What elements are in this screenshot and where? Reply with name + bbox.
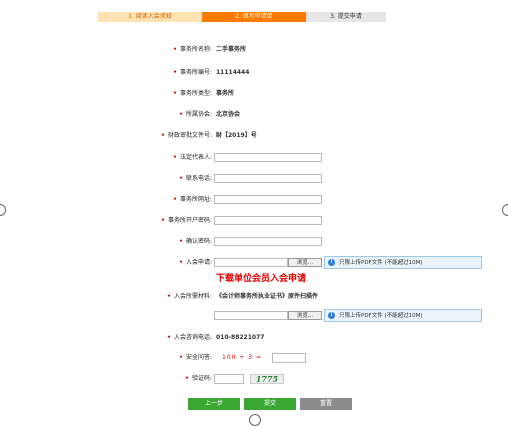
attachment-label: • 入会所需材料:	[167, 293, 212, 300]
consult-phone-value: 010-88221077	[216, 334, 265, 341]
row-attachment-upload: 浏览... i 只限上传PDF文件 (不能超过10M)	[0, 309, 508, 322]
row-association: • 所属协会: 北京协会	[0, 109, 508, 121]
firm-number-label: • 事务所编号:	[173, 69, 212, 76]
approval-number-label: • 财政审批文件号:	[161, 132, 212, 139]
row-firm-number: • 事务所编号: 11114444	[0, 67, 508, 79]
attachment-browse-button[interactable]: 浏览...	[288, 311, 322, 320]
row-attachment: • 入会所需材料: 《会计师事务所执业证书》原件扫描件	[0, 291, 508, 303]
info-icon: i	[328, 312, 335, 319]
confirm-password-input[interactable]	[214, 237, 322, 246]
association-label: • 所属协会:	[179, 111, 212, 118]
row-firm-type: • 事务所类型: 事务所	[0, 88, 508, 100]
firm-name-value: 二手事务所	[216, 46, 247, 53]
row-legal-rep: • 法定代表人:	[0, 152, 508, 164]
row-application: • 入会申请: 浏览... i 只限上传PDF文件 (不能超过10M)	[0, 256, 508, 269]
row-password: • 事务所开户密码:	[0, 215, 508, 227]
firm-type-label: • 事务所类型:	[173, 90, 212, 97]
application-browse-button[interactable]: 浏览...	[288, 258, 322, 267]
association-value: 北京协会	[216, 111, 241, 118]
website-label: • 事务所网址:	[173, 196, 212, 203]
application-upload-hint: i 只限上传PDF文件 (不能超过10M)	[324, 256, 482, 269]
application-file-input[interactable]	[214, 258, 288, 267]
phone-input[interactable]	[214, 174, 322, 183]
application-label: • 入会申请:	[179, 259, 212, 266]
row-captcha: • 验证码: 1775	[0, 373, 508, 385]
confirm-password-label: • 确认密码:	[179, 238, 212, 245]
phone-label: • 联系电话:	[179, 175, 212, 182]
row-website: • 事务所网址:	[0, 194, 508, 206]
info-icon: i	[328, 259, 335, 266]
step-read-notice: 1. 阅读入会须知	[98, 12, 202, 22]
attachment-value: 《会计师事务所执业证书》原件扫描件	[216, 293, 319, 300]
consult-phone-label: • 入会咨询电话:	[167, 334, 212, 341]
password-input[interactable]	[214, 216, 322, 225]
attachment-file-input[interactable]	[214, 311, 288, 320]
row-firm-name: • 事务所名称: 二手事务所	[0, 44, 508, 56]
security-question-label: • 安全问答:	[179, 354, 212, 361]
download-application-link[interactable]: 下载单位会员入会申请	[216, 271, 306, 284]
security-answer-input[interactable]	[272, 353, 306, 363]
legal-rep-input[interactable]	[214, 153, 322, 162]
firm-number-value: 11114444	[216, 69, 250, 76]
step-fill-form: 2. 填写申请单	[202, 12, 306, 22]
firm-type-value: 事务所	[216, 90, 235, 97]
website-input[interactable]	[214, 195, 322, 204]
legal-rep-label: • 法定代表人:	[173, 154, 212, 161]
edge-circle-bottom	[249, 414, 261, 426]
firm-name-label: • 事务所名称:	[173, 46, 212, 53]
row-approval-number: • 财政审批文件号: 财【2019】号	[0, 130, 508, 142]
row-consult-phone: • 入会咨询电话: 010-88221077	[0, 332, 508, 344]
captcha-label: • 验证码:	[185, 375, 212, 382]
captcha-image[interactable]: 1775	[250, 374, 284, 384]
row-confirm-password: • 确认密码:	[0, 236, 508, 248]
previous-step-button[interactable]: 上一步	[188, 398, 240, 410]
application-hint-text: 只限上传PDF文件 (不能超过10M)	[339, 260, 423, 266]
row-security-question: • 安全问答: 100 + 3 =	[0, 352, 508, 364]
approval-number-value: 财【2019】号	[216, 132, 257, 139]
reset-button[interactable]: 重置	[300, 398, 352, 410]
security-question-text: 100 + 3 =	[222, 354, 263, 361]
password-label: • 事务所开户密码:	[161, 217, 212, 224]
attachment-upload-hint: i 只限上传PDF文件 (不能超过10M)	[324, 309, 482, 322]
step-submit: 3. 提交申请	[306, 12, 386, 22]
attachment-hint-text: 只限上传PDF文件 (不能超过10M)	[339, 313, 423, 319]
captcha-input[interactable]	[214, 374, 244, 384]
submit-button[interactable]: 提交	[244, 398, 296, 410]
row-phone: • 联系电话:	[0, 173, 508, 185]
